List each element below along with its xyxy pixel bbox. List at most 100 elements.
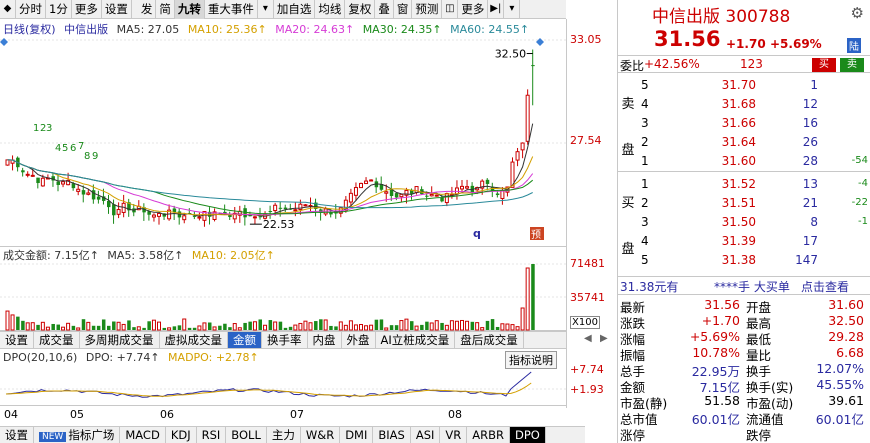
subtab-9[interactable]: 盘后成交量 [455, 332, 524, 348]
bid-book: 买 盘 1 31.52 13 -4 2 31.51 21 -22 3 31.50 8 -1 4 31.39… [618, 174, 870, 274]
toolbar-item-18[interactable]: 更多 [458, 0, 489, 19]
volume-chart[interactable] [0, 247, 566, 331]
book-row[interactable]: 4 31.39 17 [638, 233, 870, 251]
volume-ylabel-high: 71481 [570, 257, 605, 270]
bid-side-label: 买 盘 [621, 196, 635, 257]
subtab-5[interactable]: 换手率 [262, 332, 308, 348]
subtab-6[interactable]: 内盘 [308, 332, 342, 348]
book-level: 2 [641, 196, 649, 210]
sell-button[interactable]: 卖 [840, 58, 864, 72]
toolbar-item-11[interactable]: 加自选 [274, 0, 316, 19]
toolbar-item-10[interactable]: ▾ [258, 0, 274, 19]
toolbar-item-17[interactable]: ◫ [442, 0, 459, 19]
gear-icon[interactable]: ⚙ [851, 4, 864, 22]
toolbar-item-6[interactable]: 发 [138, 0, 157, 19]
market-badge: 陆 [847, 38, 861, 53]
book-row[interactable]: 3 31.66 16 [638, 115, 870, 133]
toolbar-item-7[interactable]: 简 [156, 0, 175, 19]
svg-text:4: 4 [55, 143, 61, 154]
indicator-tab-4[interactable]: RSI [197, 427, 227, 443]
book-row[interactable]: 2 31.51 21 -22 [638, 195, 870, 213]
book-vol: 17 [802, 234, 818, 248]
subtabs-next-icon[interactable]: ▶ [600, 333, 608, 344]
indicator-tab-12[interactable]: ARBR [467, 427, 510, 443]
toolbar-item-16[interactable]: 预测 [412, 0, 443, 19]
stat-row: 涨跌 +1.70 最高 32.50 [618, 313, 870, 331]
indicator-tab-9[interactable]: BIAS [373, 427, 411, 443]
toolbar-item-3[interactable]: 更多 [72, 0, 102, 19]
svg-text:6: 6 [70, 143, 76, 154]
book-row[interactable]: 1 31.60 28 -54 [638, 153, 870, 171]
big-order-bar[interactable]: 31.38元有 ****手 大买单 点击查看 [618, 276, 870, 295]
indicator-tab-11[interactable]: VR [440, 427, 468, 443]
svg-text:3: 3 [46, 123, 52, 134]
candlestick-chart[interactable]: 32.5022.531 2 34 5 6 78 9q 预 [0, 19, 566, 247]
subtab-3[interactable]: 虚拟成交量 [160, 332, 228, 348]
indicator-tab-2[interactable]: MACD [120, 427, 166, 443]
toolbar-item-13[interactable]: 复权 [345, 0, 376, 19]
indicator-tab-3[interactable]: KDJ [166, 427, 197, 443]
indicator-tab-6[interactable]: 主力 [267, 427, 301, 443]
indicator-bar: 设置 NEW 指标广场 MACD KDJ RSI BOLL 主力 W&R DMI BIAS ASI VR… [0, 426, 585, 443]
subtabs-prev-icon[interactable]: ◀ [584, 333, 592, 344]
indicator-tab-8[interactable]: DMI [340, 427, 374, 443]
book-row[interactable]: 5 31.70 1 [638, 77, 870, 95]
last-price: 31.56 [654, 27, 721, 51]
indicator-tab-0[interactable]: 设置 [0, 427, 34, 443]
book-level: 1 [641, 154, 649, 168]
toolbar-item-0[interactable]: ◆ [0, 0, 16, 19]
ask-book: 卖 盘 5 31.70 1 4 31.68 12 3 31.66 16 2 31.64 26 1 31.6… [618, 75, 870, 172]
indicator-tab-5[interactable]: BOLL [226, 427, 267, 443]
big-order-link[interactable]: 点击查看 [801, 278, 849, 295]
dpo-ylabel-high: +7.74 [570, 363, 604, 376]
toolbar-item-15[interactable]: 窗 [394, 0, 413, 19]
big-order-price: 31.38元有 [620, 280, 679, 294]
subtab-4[interactable]: 金额 [228, 332, 262, 348]
indicator-tab-label: 设置 [5, 428, 28, 442]
subtab-2[interactable]: 多周期成交量 [80, 332, 160, 348]
stat-v2: 32.50 [828, 313, 864, 328]
book-row[interactable]: 5 31.38 147 [638, 252, 870, 270]
dpo-panel: DPO(20,10,6) DPO: +7.74↑ MADPO: +2.78↑ 指… [0, 349, 566, 406]
book-row[interactable]: 3 31.50 8 -1 [638, 214, 870, 232]
toolbar-item-12[interactable]: 均线 [315, 0, 346, 19]
subtab-7[interactable]: 外盘 [342, 332, 376, 348]
indicator-tab-13[interactable]: DPO [510, 427, 546, 443]
book-vol: 28 [802, 154, 818, 168]
indicator-tab-label: DPO [515, 428, 540, 442]
toolbar-item-14[interactable]: 叠 [375, 0, 394, 19]
subtab-0[interactable]: 设置 [0, 332, 34, 348]
stat-v2: 12.07% [816, 361, 864, 376]
book-vol: 21 [802, 196, 818, 210]
stat-v2: 31.60 [828, 297, 864, 312]
svg-text:1: 1 [33, 123, 39, 134]
indicator-tab-label: BIAS [378, 428, 405, 442]
indicator-tab-10[interactable]: ASI [411, 427, 441, 443]
book-row[interactable]: 1 31.52 13 -4 [638, 176, 870, 194]
book-row[interactable]: 2 31.64 26 [638, 134, 870, 152]
toolbar-item-1[interactable]: 分时 [16, 0, 46, 19]
book-price: 31.38 [721, 253, 756, 267]
book-price: 31.64 [721, 135, 756, 149]
dpo-chart[interactable] [0, 349, 566, 406]
big-order-text: ****手 大买单 [714, 280, 790, 294]
indicator-tab-1[interactable]: NEW 指标广场 [34, 427, 121, 443]
toolbar-item-4[interactable]: 设置 [102, 0, 132, 19]
quote-panel: 中信出版 300788 ⚙ 31.56 +1.70 +5.69% 陆 委比 +4… [617, 0, 870, 443]
indicator-tab-7[interactable]: W&R [301, 427, 341, 443]
buy-button[interactable]: 买 [812, 58, 836, 72]
subtab-1[interactable]: 成交量 [34, 332, 80, 348]
subtab-8[interactable]: AI立桩成交量 [376, 332, 456, 348]
indicator-tab-label: KDJ [170, 428, 191, 442]
date-label: 08 [448, 408, 462, 421]
book-vol: 8 [810, 215, 818, 229]
toolbar-item-20[interactable]: ▾ [504, 0, 521, 19]
date-label: 05 [70, 408, 84, 421]
toolbar-item-8[interactable]: 九转 [174, 0, 205, 19]
toolbar-item-2[interactable]: 1分 [46, 0, 72, 19]
svg-text:预: 预 [531, 229, 541, 241]
toolbar-item-9[interactable]: 重大事件 [205, 0, 258, 19]
indicator-tab-label: MACD [125, 428, 160, 442]
toolbar-item-19[interactable]: ▶| [488, 0, 505, 19]
book-row[interactable]: 4 31.68 12 [638, 96, 870, 114]
